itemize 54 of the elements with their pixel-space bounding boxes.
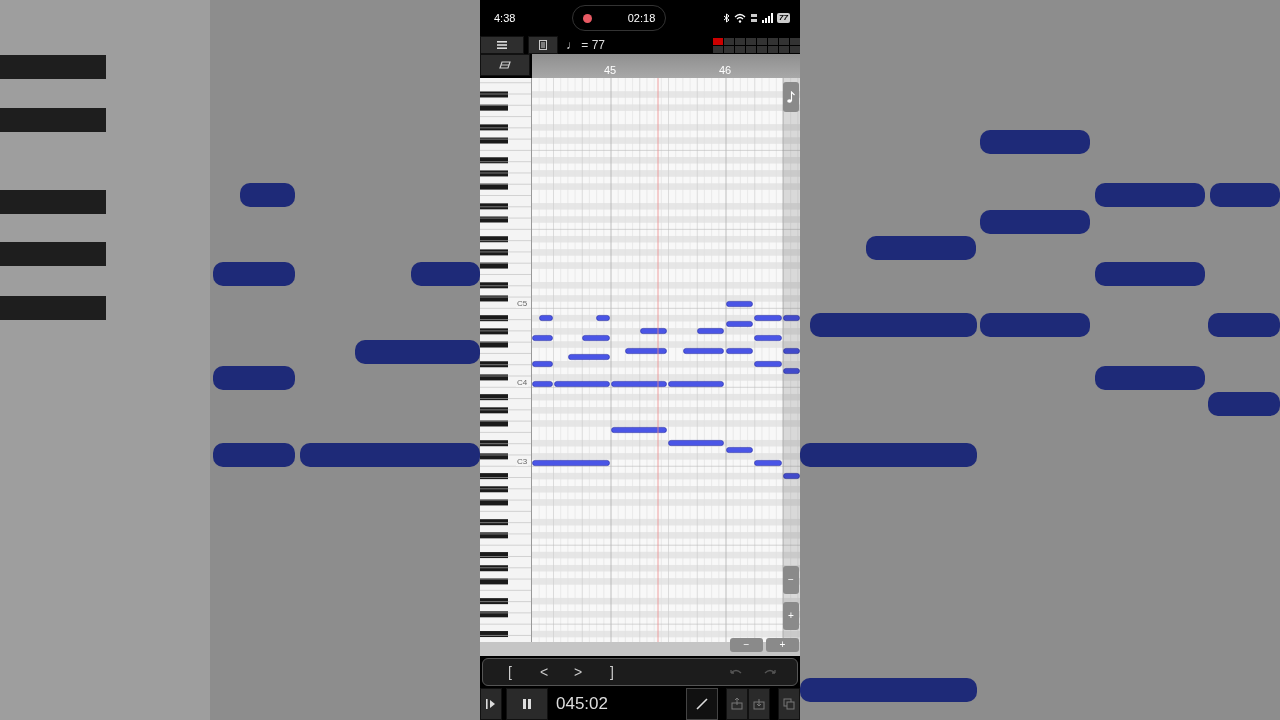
tempo-label: ♩ = 77 <box>566 37 606 54</box>
note <box>611 427 667 433</box>
clock: 4:38 <box>494 10 516 26</box>
play-from-start-button[interactable] <box>480 688 502 720</box>
note <box>697 328 724 334</box>
playback-position: 045:02 <box>556 693 608 716</box>
note <box>568 354 610 360</box>
redo-icon <box>764 668 776 676</box>
key-label: C4 <box>516 378 529 387</box>
note <box>683 348 724 354</box>
next-button[interactable]: > <box>561 661 595 683</box>
menu-icon <box>497 41 507 49</box>
document-button[interactable] <box>528 36 558 54</box>
previous-button[interactable]: < <box>527 661 561 683</box>
battery-level: 77 <box>777 13 790 23</box>
record-dot-icon <box>583 13 593 23</box>
note <box>726 348 753 354</box>
eraser-button[interactable] <box>480 54 530 76</box>
note <box>754 460 782 466</box>
eighth-note-icon <box>787 91 795 103</box>
pencil-icon <box>696 698 708 710</box>
import-icon <box>753 698 765 710</box>
note <box>596 315 610 321</box>
document-icon <box>539 40 547 50</box>
range-end-button[interactable]: ] <box>595 661 629 683</box>
pause-button[interactable] <box>506 688 548 720</box>
undo-icon <box>730 668 742 676</box>
bar-number: 46 <box>719 62 732 78</box>
pause-icon <box>523 699 531 709</box>
bar-number: 45 <box>604 62 617 78</box>
note <box>783 473 800 479</box>
note <box>532 335 553 341</box>
menu-button[interactable] <box>480 36 524 54</box>
note-length-button[interactable] <box>783 82 799 112</box>
note <box>783 348 800 354</box>
copy-icon <box>783 698 795 710</box>
note <box>668 440 724 446</box>
wifi-icon <box>734 13 747 23</box>
range-start-button[interactable]: [ <box>493 661 527 683</box>
play-from-icon <box>486 698 496 710</box>
note <box>726 447 753 453</box>
note <box>532 361 553 367</box>
export-icon <box>731 698 743 710</box>
bluetooth-icon <box>723 13 731 23</box>
note <box>539 315 553 321</box>
note <box>754 335 782 341</box>
signal-icon <box>762 13 774 23</box>
note <box>582 335 610 341</box>
key-label: C5 <box>516 299 529 308</box>
key-label: C3 <box>516 457 529 466</box>
note <box>640 328 667 334</box>
note <box>625 348 667 354</box>
pencil-button[interactable] <box>686 688 718 720</box>
note <box>726 301 753 307</box>
